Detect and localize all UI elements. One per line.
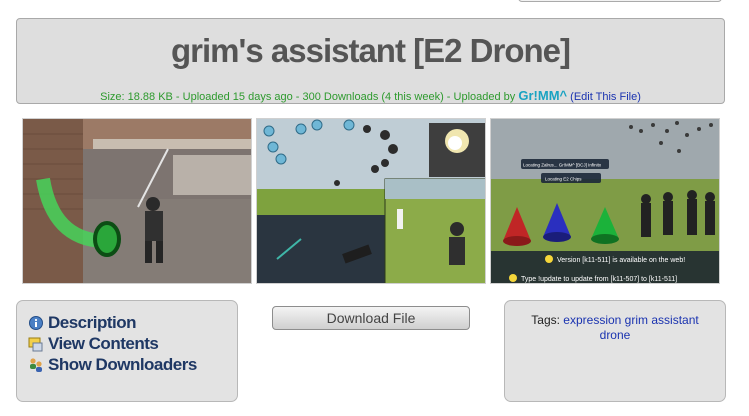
contents-icon [28, 336, 44, 352]
file-links-panel: Description View Contents Show Downloade… [16, 300, 238, 402]
download-file-button[interactable]: Download File [272, 306, 470, 330]
screenshot-3[interactable]: Locating Zalrus... Gr!MM^ [BCJ] Infinitx… [490, 118, 720, 284]
show-downloaders-link[interactable]: Show Downloaders [28, 354, 237, 375]
file-title: grim's assistant [E2 Drone] [171, 32, 571, 69]
tag-link-expression[interactable]: expression [563, 313, 621, 327]
file-header: grim's assistant [E2 Drone] Size: 18.88 … [16, 18, 725, 104]
screenshot-notice-1: Version [k11-511] is available on the we… [557, 257, 685, 264]
view-contents-label: View Contents [48, 333, 159, 353]
file-meta-text: Size: 18.88 KB - Uploaded 15 days ago - … [100, 91, 516, 103]
show-downloaders-label: Show Downloaders [48, 354, 197, 374]
tag-link-drone[interactable]: drone [600, 328, 631, 342]
screenshot-2[interactable] [256, 118, 486, 284]
view-contents-link[interactable]: View Contents [28, 333, 237, 354]
file-meta: Size: 18.88 KB - Uploaded 15 days ago - … [17, 88, 724, 103]
screenshot-tooltip-2: Locating E2 Chips [545, 177, 582, 182]
screenshot-notice-2: Type !update to update from [k11-507] to… [521, 276, 677, 283]
edit-file-link[interactable]: (Edit This File) [570, 91, 641, 103]
tag-link-assistant[interactable]: assistant [651, 313, 698, 327]
tags-label: Tags: [531, 313, 560, 327]
description-link[interactable]: Description [28, 312, 237, 333]
top-stub-element [518, 0, 722, 2]
screenshot-tooltip-1: Locating Zalrus... Gr!MM^ [BCJ] Infinitx [523, 163, 602, 168]
tag-link-grim[interactable]: grim [625, 313, 648, 327]
info-icon [28, 315, 44, 331]
uploader-link[interactable]: Gr!MM^ [518, 88, 567, 103]
tags-panel: Tags: expression grim assistant drone [504, 300, 726, 402]
screenshot-1[interactable] [22, 118, 252, 284]
users-icon [28, 357, 44, 373]
description-label: Description [48, 312, 137, 332]
